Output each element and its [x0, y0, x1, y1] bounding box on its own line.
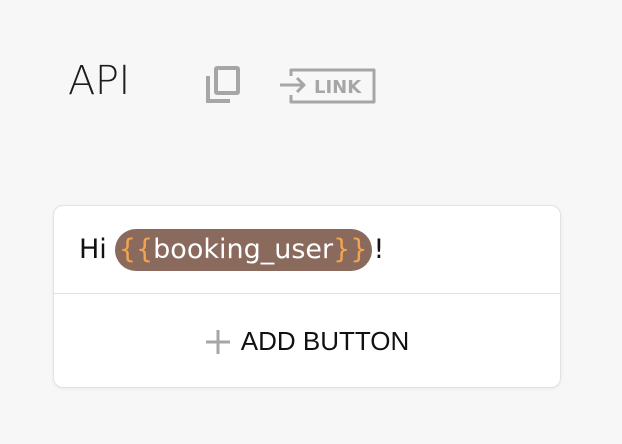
- header: API: [68, 56, 130, 106]
- message-text[interactable]: Hi {{ booking_user }} !: [54, 206, 560, 294]
- link-button[interactable]: LINK: [279, 67, 377, 105]
- variable-close-brace: }}: [333, 234, 368, 265]
- variable-chip[interactable]: {{ booking_user }}: [114, 228, 372, 271]
- plus-icon: [205, 329, 231, 355]
- message-prefix: Hi: [79, 234, 107, 265]
- message-card: Hi {{ booking_user }} ! ADD BUTTON: [53, 205, 561, 388]
- copy-button[interactable]: [205, 66, 241, 104]
- add-button-label: ADD BUTTON: [240, 326, 410, 356]
- variable-open-brace: {{: [118, 234, 154, 265]
- add-button[interactable]: ADD BUTTON: [54, 294, 560, 389]
- link-label: LINK: [314, 77, 362, 98]
- link-arrow-icon: LINK: [280, 68, 376, 104]
- variable-name: booking_user: [153, 234, 334, 265]
- page-title: API: [68, 58, 130, 104]
- message-suffix: !: [373, 234, 385, 265]
- copy-icon: [206, 66, 240, 103]
